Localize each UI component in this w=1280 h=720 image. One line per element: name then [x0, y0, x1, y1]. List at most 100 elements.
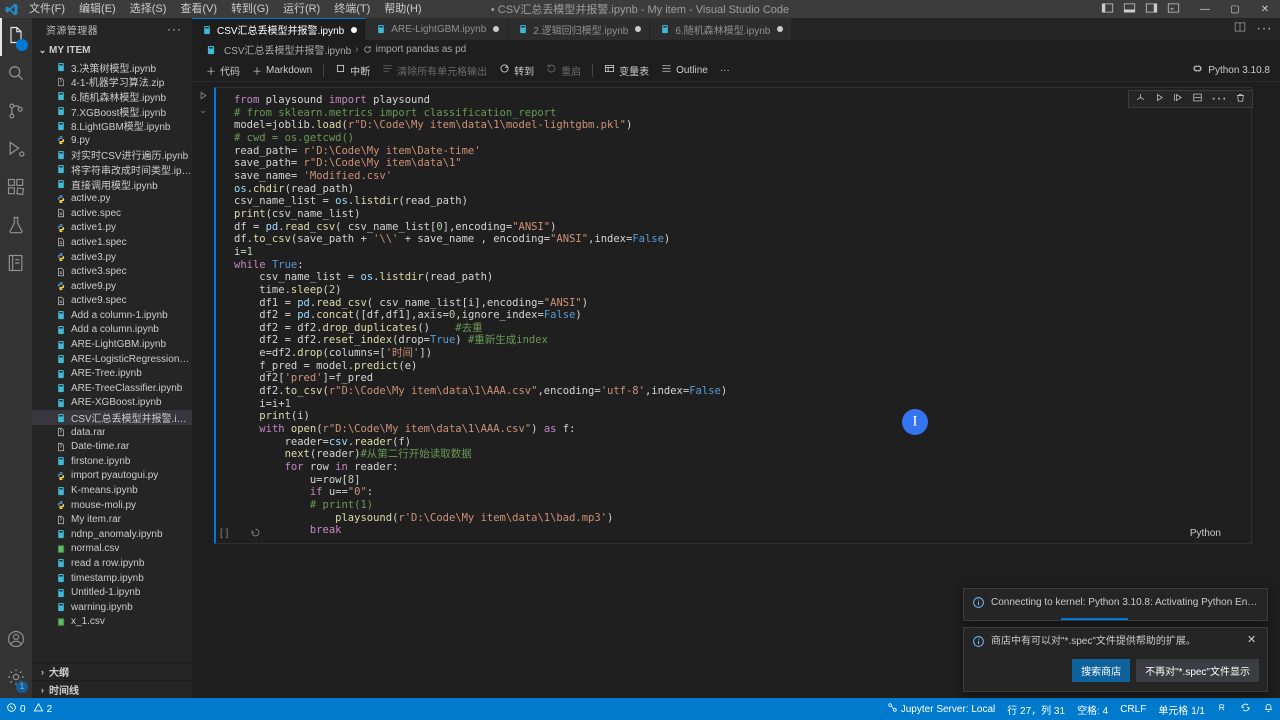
file-tree-item[interactable]: 将字符串改成时间类型.ipynb: [32, 162, 192, 177]
file-tree-item[interactable]: import pyautogui.py: [32, 469, 192, 484]
file-tree-item[interactable]: firstone.ipynb: [32, 454, 192, 469]
menu-edit[interactable]: 编辑(E): [72, 0, 123, 18]
window-maximize-button[interactable]: ▢: [1220, 0, 1250, 18]
file-tree-item[interactable]: Untitled-1.ipynb: [32, 585, 192, 600]
file-tree-item[interactable]: active.spec: [32, 206, 192, 221]
file-tree-item[interactable]: ARE-LogisticRegression.ipynb: [32, 352, 192, 367]
activity-search[interactable]: [0, 56, 32, 94]
status-cursor-position[interactable]: 行 27，列 31: [1001, 698, 1071, 720]
outline-panel-header[interactable]: › 大纲: [32, 662, 192, 680]
activity-source-control[interactable]: [0, 94, 32, 132]
status-notifications-bell[interactable]: [1257, 698, 1280, 720]
outline-button[interactable]: Outline: [655, 61, 714, 80]
file-tree-item[interactable]: 8.LightGBM模型.ipynb: [32, 118, 192, 133]
sidebar-more-actions[interactable]: ···: [167, 22, 188, 36]
file-tree-item[interactable]: 4-1-机器学习算法.zip: [32, 75, 192, 89]
delete-cell-icon[interactable]: [1235, 90, 1246, 108]
editor-tab-dirty-indicator[interactable]: [493, 26, 500, 32]
explorer-folder-section[interactable]: ⌄ MY ITEM: [32, 40, 192, 60]
toggle-primary-sidebar-icon[interactable]: [1101, 2, 1114, 17]
file-tree-item[interactable]: 对实时CSV进行遍历.ipynb: [32, 148, 192, 162]
breadcrumb-cell[interactable]: import pandas as pd: [376, 44, 467, 55]
status-cell-count[interactable]: 单元格 1/1: [1152, 698, 1211, 720]
file-tree-item[interactable]: K-means.ipynb: [32, 483, 192, 498]
file-tree-item[interactable]: Date-time.rar: [32, 439, 192, 454]
activity-accounts[interactable]: [0, 622, 32, 660]
menu-run[interactable]: 运行(R): [276, 0, 327, 18]
file-tree-item[interactable]: active3.spec: [32, 264, 192, 279]
clear-outputs-button[interactable]: 清除所有单元格输出: [376, 61, 493, 80]
cell-language-label[interactable]: Python: [1190, 528, 1251, 539]
status-indentation[interactable]: 空格: 4: [1071, 698, 1114, 720]
file-tree-item[interactable]: active9.py: [32, 279, 192, 294]
editor-tab[interactable]: 6.随机森林模型.ipynb: [650, 18, 793, 40]
file-tree-item[interactable]: active1.py: [32, 221, 192, 236]
file-tree-item[interactable]: 9.py: [32, 133, 192, 148]
file-tree-item[interactable]: ARE-TreeClassifier.ipynb: [32, 381, 192, 396]
run-cell-icon[interactable]: [198, 90, 209, 103]
file-tree-item[interactable]: Add a column.ipynb: [32, 323, 192, 338]
status-jupyter-server[interactable]: Jupyter Server: Local: [881, 698, 1002, 720]
variables-button[interactable]: 变量表: [598, 61, 655, 80]
menu-selection[interactable]: 选择(S): [123, 0, 174, 18]
customize-layout-icon[interactable]: [1167, 2, 1180, 17]
file-tree-item[interactable]: 3.决策树模型.ipynb: [32, 60, 192, 75]
status-problems[interactable]: 0 2: [0, 698, 58, 720]
toolbar-more-button[interactable]: ···: [714, 61, 736, 80]
activity-explorer[interactable]: [0, 18, 32, 56]
cell-editor[interactable]: from playsound import playsound # from sk…: [214, 87, 1253, 544]
window-close-button[interactable]: ✕: [1250, 0, 1280, 18]
file-tree-item[interactable]: warning.ipynb: [32, 600, 192, 615]
cell-more-actions-icon[interactable]: ···: [1211, 90, 1227, 108]
file-tree-item[interactable]: 6.随机森林模型.ipynb: [32, 89, 192, 104]
file-tree-item[interactable]: ARE-Tree.ipynb: [32, 366, 192, 381]
file-tree-item[interactable]: x_1.csv: [32, 615, 192, 630]
status-eol[interactable]: CRLF: [1114, 698, 1152, 720]
cell-collapse-icon[interactable]: ⌄: [199, 105, 207, 116]
menu-file[interactable]: 文件(F): [22, 0, 72, 18]
activity-extensions[interactable]: [0, 170, 32, 208]
file-tree-item[interactable]: data.rar: [32, 425, 192, 440]
menu-go[interactable]: 转到(G): [224, 0, 276, 18]
file-tree[interactable]: 3.决策树模型.ipynb 4-1-机器学习算法.zip 6.随机森林模型.ipyn…: [32, 60, 192, 662]
activity-testing[interactable]: [0, 208, 32, 246]
breadcrumb-file[interactable]: CSV汇总丢模型并报警.ipynb: [224, 42, 351, 57]
notification-action-button[interactable]: 不再对"*.spec"文件显示: [1136, 659, 1259, 682]
notification-action-button[interactable]: 搜索商店: [1072, 659, 1131, 682]
menu-help[interactable]: 帮助(H): [377, 0, 428, 18]
timeline-panel-header[interactable]: › 时间线: [32, 680, 192, 698]
file-tree-item[interactable]: 7.XGBoost模型.ipynb: [32, 104, 192, 119]
file-tree-item[interactable]: active3.py: [32, 250, 192, 265]
kernel-selector[interactable]: Python 3.10.8: [1192, 63, 1280, 77]
file-tree-item[interactable]: mouse-moli.py: [32, 498, 192, 513]
close-icon[interactable]: ✕: [1247, 635, 1259, 646]
file-tree-item[interactable]: timestamp.ipynb: [32, 571, 192, 586]
editor-tab-dirty-indicator[interactable]: [351, 26, 358, 33]
editor-tab-dirty-indicator[interactable]: [777, 26, 784, 32]
interrupt-button[interactable]: 中断: [329, 61, 376, 80]
menu-view[interactable]: 查看(V): [173, 0, 224, 18]
editor-tab[interactable]: ARE-LightGBM.ipynb: [366, 18, 509, 40]
activity-run-debug[interactable]: [0, 132, 32, 170]
file-tree-item[interactable]: normal.csv: [32, 542, 192, 557]
add-code-cell-button[interactable]: ＋ 代码: [200, 61, 246, 80]
file-tree-item[interactable]: 直接调用模型.ipynb: [32, 177, 192, 192]
status-feedback[interactable]: [1211, 698, 1234, 720]
file-tree-item[interactable]: ARE-LightGBM.ipynb: [32, 337, 192, 352]
run-cell-toolbar-icon[interactable]: [1154, 90, 1165, 108]
toggle-panel-icon[interactable]: [1123, 2, 1136, 17]
file-tree-item[interactable]: Add a column-1.ipynb: [32, 308, 192, 323]
file-tree-item[interactable]: active1.spec: [32, 235, 192, 250]
status-sync[interactable]: [1234, 698, 1257, 720]
file-tree-item[interactable]: read a row.ipynb: [32, 556, 192, 571]
file-tree-item[interactable]: My item.rar: [32, 512, 192, 527]
restart-kernel-button[interactable]: 重启: [540, 61, 587, 80]
file-tree-item[interactable]: active.py: [32, 191, 192, 206]
activity-jupyter[interactable]: [0, 246, 32, 284]
goto-button[interactable]: 转到: [493, 61, 540, 80]
file-tree-item[interactable]: ndnp_anomaly.ipynb: [32, 527, 192, 542]
file-tree-item[interactable]: ARE-XGBoost.ipynb: [32, 396, 192, 411]
editor-tab-bar[interactable]: CSV汇总丢模型并报警.ipynb ARE-LightGBM.ipynb 2.逻辑回…: [192, 18, 1280, 40]
editor-more-actions-icon[interactable]: ···: [1256, 20, 1272, 38]
breadcrumb[interactable]: CSV汇总丢模型并报警.ipynb › import pandas as pd: [192, 40, 1280, 59]
